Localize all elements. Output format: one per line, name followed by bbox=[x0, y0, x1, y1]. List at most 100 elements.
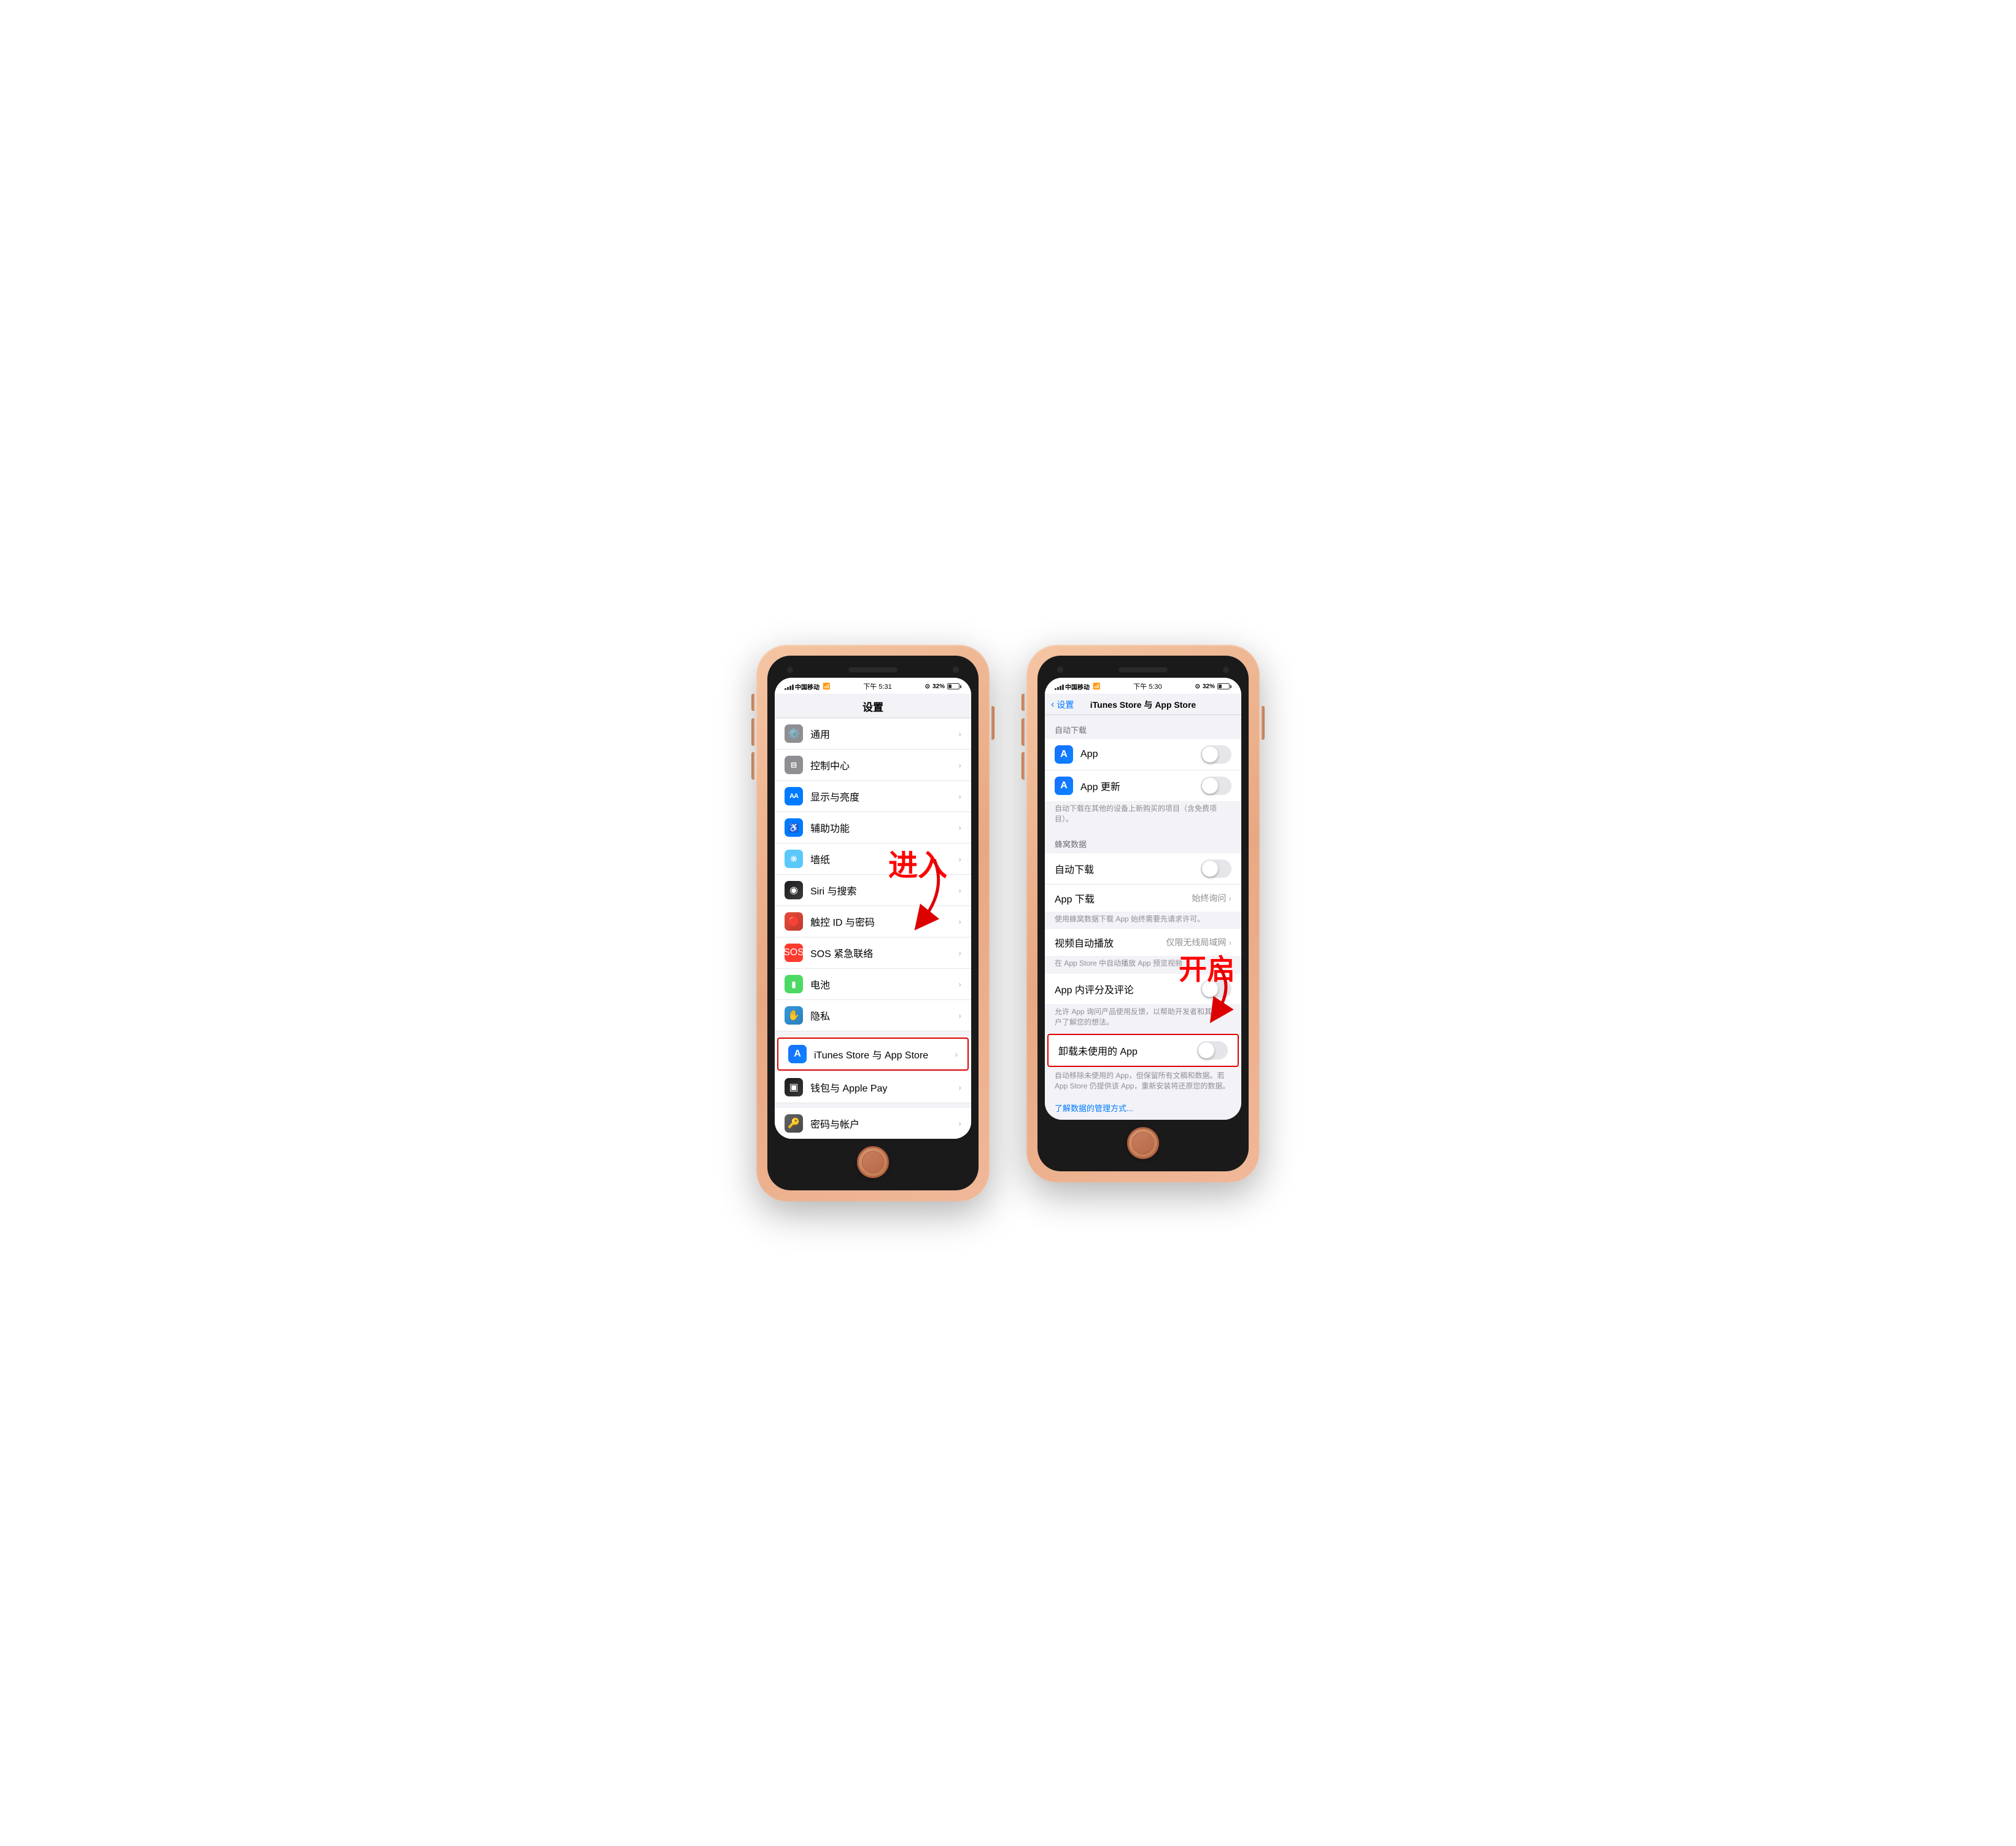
separator-2 bbox=[775, 1103, 971, 1108]
settings-item-accessibility[interactable]: ♿ 辅助功能 › bbox=[775, 812, 971, 843]
label-battery: 电池 bbox=[810, 977, 958, 991]
icon-app-dl: A bbox=[1055, 745, 1073, 764]
settings-item-ratings[interactable]: App 内评分及评论 bbox=[1045, 974, 1241, 1004]
settings-item-wallet[interactable]: ▣ 钱包与 Apple Pay › bbox=[775, 1072, 971, 1103]
annotation-container-2: 自动下载 A App A App 更新 bbox=[1045, 715, 1241, 1120]
chevron-accessibility: › bbox=[958, 823, 961, 832]
toggle-app[interactable] bbox=[1201, 745, 1231, 764]
label-touchid: 触控 ID 与密码 bbox=[810, 914, 958, 929]
signal-bar2-1 bbox=[1055, 688, 1056, 690]
label-video: 视频自动播放 bbox=[1055, 935, 1166, 950]
icon-general: ⚙️ bbox=[785, 724, 803, 743]
label-siri: Siri 与搜索 bbox=[810, 883, 958, 898]
status-right-1: ⊙ 32% bbox=[925, 683, 961, 690]
settings-item-siri[interactable]: ◉ Siri 与搜索 › bbox=[775, 875, 971, 906]
sensor bbox=[953, 667, 959, 673]
chevron-privacy: › bbox=[958, 1010, 961, 1020]
carrier-1: 中国移动 bbox=[795, 682, 820, 691]
settings-item-touchid[interactable]: 🔴 触控 ID 与密码 › bbox=[775, 906, 971, 937]
wifi-icon-1: 📶 bbox=[823, 683, 830, 690]
chevron-wallpaper: › bbox=[958, 854, 961, 864]
icon-keychain: 🔑 bbox=[785, 1114, 803, 1133]
icon-app-update: A bbox=[1055, 777, 1073, 795]
back-button[interactable]: ‹ 设置 bbox=[1051, 699, 1074, 711]
toggle-app-update[interactable] bbox=[1201, 777, 1231, 795]
status-left-1: 中国移动 📶 bbox=[785, 682, 830, 691]
settings-list-1: ⚙️ 通用 › ⊟ 控制中心 › AA 显示与亮 bbox=[775, 718, 971, 1139]
earpiece-2 bbox=[1118, 667, 1168, 672]
time-2: 下午 5:30 bbox=[1133, 681, 1161, 691]
settings-list-auto-download: A App A App 更新 bbox=[1045, 739, 1241, 801]
home-button-1[interactable] bbox=[857, 1146, 889, 1178]
battery-percent-1: 32% bbox=[932, 683, 945, 690]
label-app-dl: App bbox=[1080, 749, 1201, 760]
settings-item-video[interactable]: 视频自动播放 仅限无线局域网 › bbox=[1045, 929, 1241, 956]
icon-display: AA bbox=[785, 787, 803, 805]
wifi-icon-2: 📶 bbox=[1093, 683, 1100, 690]
signal-icon bbox=[785, 683, 794, 690]
signal-bar-1 bbox=[785, 688, 786, 690]
settings-item-general[interactable]: ⚙️ 通用 › bbox=[775, 718, 971, 750]
battery-fill-2 bbox=[1219, 684, 1222, 688]
chevron-itunes: › bbox=[955, 1049, 958, 1059]
settings-item-control-center[interactable]: ⊟ 控制中心 › bbox=[775, 750, 971, 781]
front-camera-2 bbox=[1057, 667, 1063, 673]
battery-body-1 bbox=[947, 683, 960, 689]
battery-percent-2: 32% bbox=[1203, 683, 1215, 690]
nav-bar-2: ‹ 设置 iTunes Store 与 App Store bbox=[1045, 694, 1241, 715]
page-container: 中国移动 📶 下午 5:31 ⊙ 32% bbox=[756, 645, 1260, 1201]
battery-icon-2 bbox=[1217, 683, 1231, 689]
label-wallpaper: 墙纸 bbox=[810, 851, 958, 866]
chevron-left-icon: ‹ bbox=[1051, 699, 1054, 710]
settings-item-offload[interactable]: 卸载未使用的 App bbox=[1047, 1034, 1239, 1067]
chevron-siri: › bbox=[958, 885, 961, 895]
status-right-2: ⊙ 32% bbox=[1195, 683, 1231, 690]
settings-item-wallpaper[interactable]: ❋ 墙纸 › bbox=[775, 843, 971, 875]
page-title-2: iTunes Store 与 App Store bbox=[1090, 699, 1196, 711]
volume-down-button-2 bbox=[1022, 752, 1025, 780]
nav-bar-1: 设置 bbox=[775, 694, 971, 718]
chevron-wallet: › bbox=[958, 1082, 961, 1092]
home-button-2[interactable] bbox=[1127, 1127, 1159, 1159]
value-app-download: 始终询问 bbox=[1192, 892, 1226, 904]
home-button-2-inner bbox=[1132, 1132, 1154, 1154]
page-title-1: 设置 bbox=[863, 699, 883, 714]
link-data-management[interactable]: 了解数据的管理方式... bbox=[1045, 1096, 1241, 1120]
value-video: 仅限无线局域网 bbox=[1166, 936, 1226, 948]
icloud-icon: ⊙ bbox=[925, 683, 930, 690]
toggle-ratings[interactable] bbox=[1201, 980, 1231, 998]
chevron-video: › bbox=[1228, 937, 1231, 947]
label-cellular-auto: 自动下载 bbox=[1055, 861, 1201, 876]
phone-2-inner: 中国移动 📶 下午 5:30 ⊙ 32% bbox=[1037, 656, 1249, 1171]
phone-1-top bbox=[775, 663, 971, 678]
annotation-container-1: ⚙️ 通用 › ⊟ 控制中心 › AA 显示与亮 bbox=[775, 718, 971, 1139]
label-general: 通用 bbox=[810, 726, 958, 741]
settings-item-app[interactable]: A App bbox=[1045, 739, 1241, 770]
settings-item-sos[interactable]: SOS SOS 紧急联络 › bbox=[775, 937, 971, 969]
settings-item-app-download[interactable]: App 下载 始终询问 › bbox=[1045, 885, 1241, 912]
toggle-offload[interactable] bbox=[1197, 1041, 1228, 1060]
icloud-icon-2: ⊙ bbox=[1195, 683, 1200, 690]
label-wallet: 钱包与 Apple Pay bbox=[810, 1080, 958, 1095]
settings-item-app-update[interactable]: A App 更新 bbox=[1045, 770, 1241, 801]
volume-up-button bbox=[751, 718, 754, 746]
settings-item-privacy[interactable]: ✋ 隐私 › bbox=[775, 1000, 971, 1031]
chevron-app-download: › bbox=[1228, 893, 1231, 903]
signal-bar-2 bbox=[787, 687, 789, 690]
battery-tip-2 bbox=[1230, 685, 1231, 688]
settings-item-cellular-auto[interactable]: 自动下载 bbox=[1045, 853, 1241, 885]
signal-bar-3 bbox=[789, 686, 791, 690]
settings-item-battery[interactable]: ▮ 电池 › bbox=[775, 969, 971, 1000]
icon-sos: SOS bbox=[785, 944, 803, 962]
phone-2: 中国移动 📶 下午 5:30 ⊙ 32% bbox=[1026, 645, 1260, 1182]
settings-list-offload: 卸载未使用的 App bbox=[1045, 1034, 1241, 1067]
toggle-cellular[interactable] bbox=[1201, 859, 1231, 878]
settings-item-keychain[interactable]: 🔑 密码与帐户 › bbox=[775, 1108, 971, 1139]
separator-1 bbox=[775, 1031, 971, 1036]
status-bar-1: 中国移动 📶 下午 5:31 ⊙ 32% bbox=[775, 678, 971, 694]
settings-item-itunes[interactable]: A iTunes Store 与 App Store › bbox=[777, 1037, 969, 1071]
chevron-general: › bbox=[958, 729, 961, 739]
settings-item-display[interactable]: AA 显示与亮度 › bbox=[775, 781, 971, 812]
front-camera bbox=[787, 667, 793, 673]
label-app-download: App 下载 bbox=[1055, 891, 1192, 906]
